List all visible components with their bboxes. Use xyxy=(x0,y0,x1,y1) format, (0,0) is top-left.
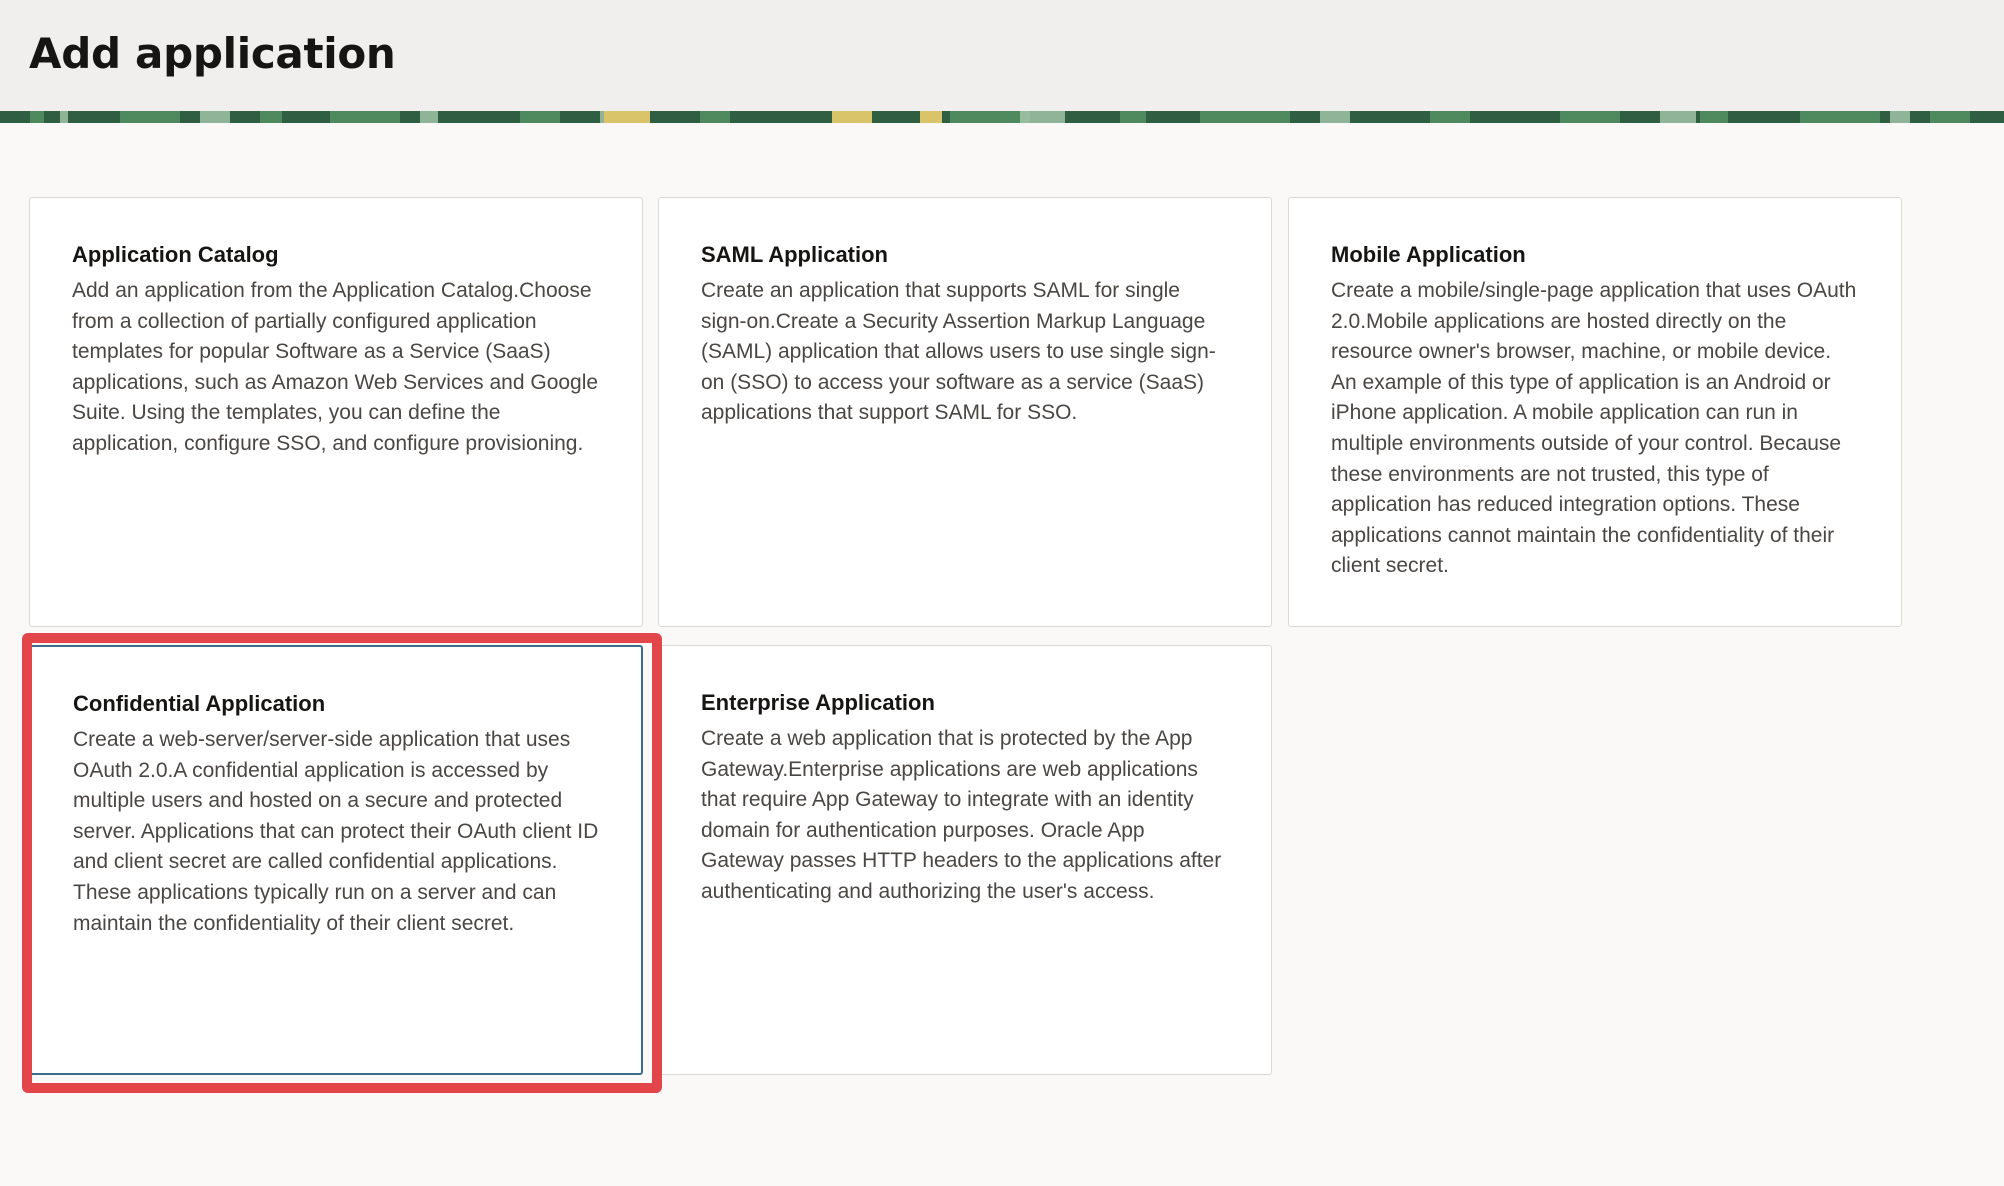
card-title: SAML Application xyxy=(701,242,888,267)
card-description: Create an application that supports SAML… xyxy=(701,279,1216,425)
decorative-banner xyxy=(0,111,2004,123)
application-catalog-card[interactable]: Application Catalog Add an application f… xyxy=(29,197,643,627)
enterprise-application-card[interactable]: Enterprise Application Create a web appl… xyxy=(658,645,1272,1075)
card-description: Create a web-server/server-side applicat… xyxy=(73,728,599,935)
page-header: Add application xyxy=(0,0,2004,111)
page-title: Add application xyxy=(29,29,396,78)
card-title: Application Catalog xyxy=(72,242,279,267)
card-description: Add an application from the Application … xyxy=(72,279,599,455)
card-title: Enterprise Application xyxy=(701,690,935,715)
saml-application-card[interactable]: SAML Application Create an application t… xyxy=(658,197,1272,627)
card-description: Create a mobile/single-page application … xyxy=(1331,279,1857,578)
card-title: Mobile Application xyxy=(1331,242,1526,267)
confidential-application-card[interactable]: Confidential Application Create a web-se… xyxy=(29,645,643,1075)
mobile-application-card[interactable]: Mobile Application Create a mobile/singl… xyxy=(1288,197,1902,627)
card-description: Create a web application that is protect… xyxy=(701,727,1222,903)
card-title: Confidential Application xyxy=(73,691,326,716)
